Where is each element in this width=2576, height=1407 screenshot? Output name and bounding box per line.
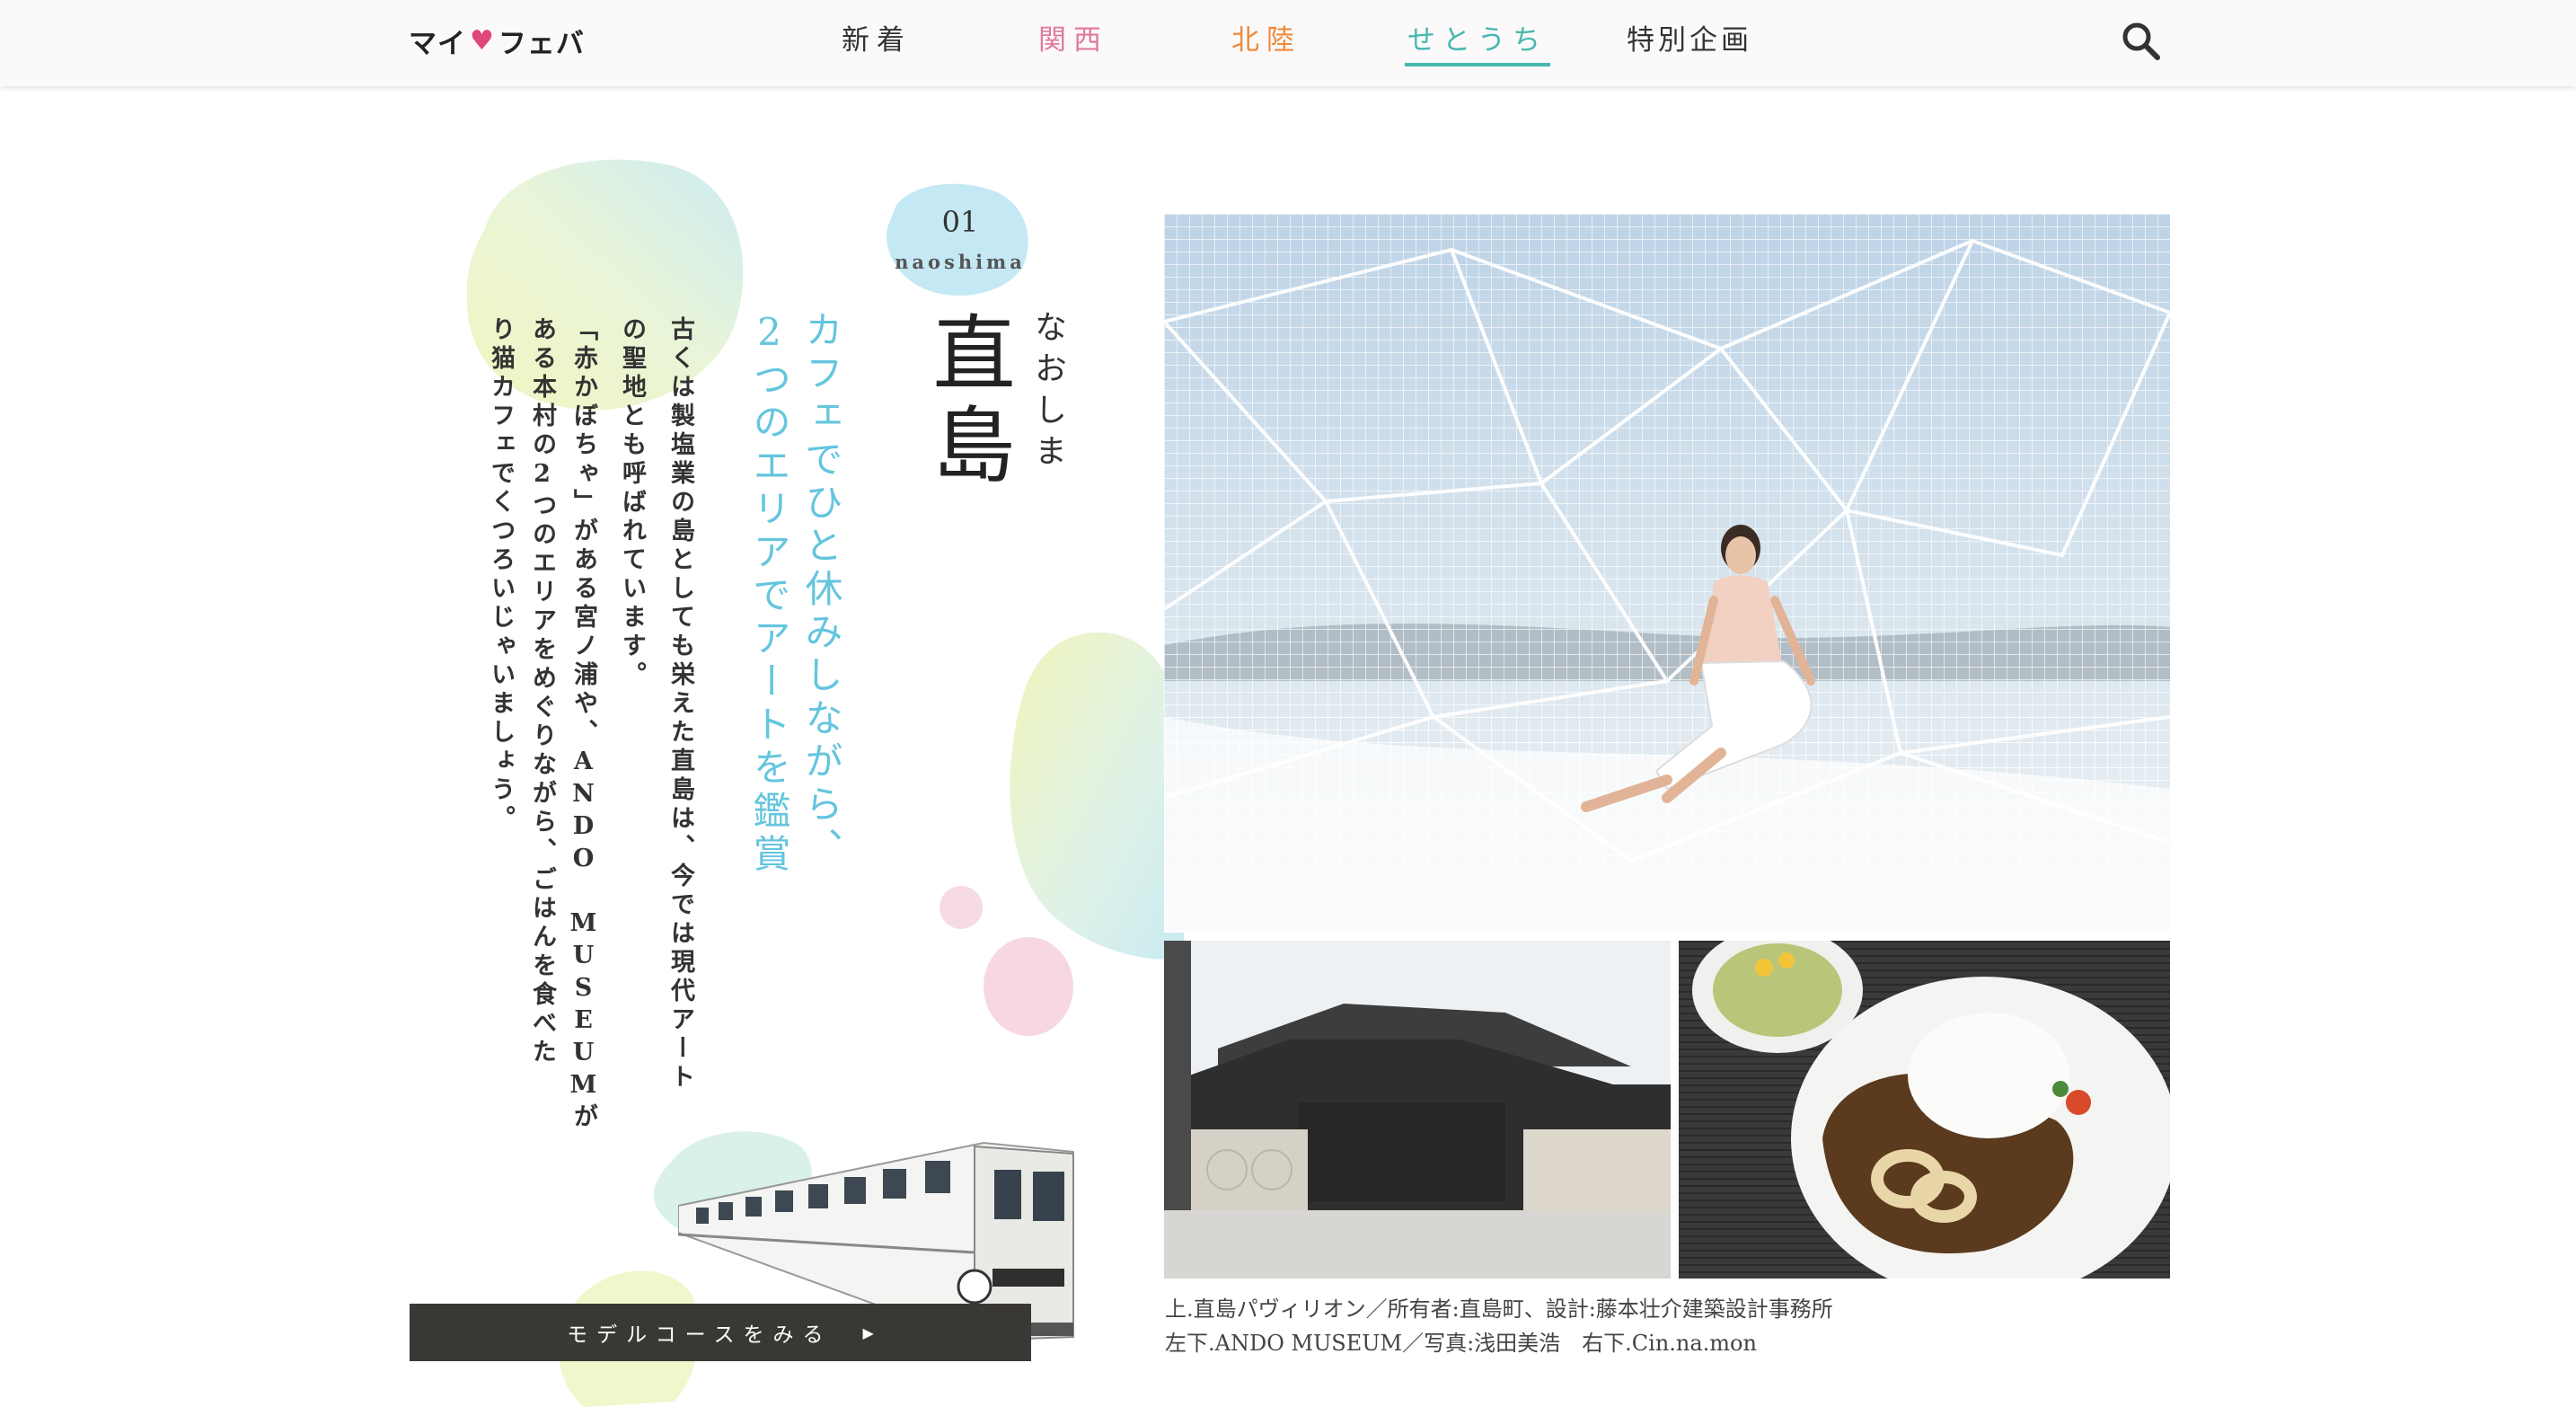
logo-text-right: フェバ bbox=[498, 27, 585, 60]
tab-kansai[interactable]: 関西 bbox=[1036, 18, 1111, 63]
caption-line-2: 左下.ANDO MUSEUM／写真:浅田美浩 右下.Cin.na.mon bbox=[1165, 1331, 1757, 1356]
photo-cinnamon-curry bbox=[1679, 941, 2170, 1279]
site-logo[interactable]: マイ ♥ フェバ bbox=[409, 20, 585, 61]
place-title: 直島 bbox=[919, 310, 1015, 493]
tab-new[interactable]: 新着 bbox=[839, 18, 914, 63]
body-line-2: の聖地とも呼ばれています。 bbox=[618, 316, 646, 690]
search-icon[interactable] bbox=[2120, 20, 2161, 61]
arrow-right-icon: ▶ bbox=[862, 1323, 874, 1341]
heart-icon: ♥ bbox=[470, 24, 495, 57]
model-course-label: モデルコースをみる bbox=[567, 1323, 833, 1347]
body-line-3: 「赤かぼちゃ」がある宮ノ浦や、ANDO MUSEUMが bbox=[569, 316, 597, 1132]
body-line-5: り猫カフェでくつろいじゃいましょう。 bbox=[487, 316, 515, 834]
body-line-4: ある本村の2つのエリアをめぐりながら、ごはんを食べた bbox=[528, 316, 556, 1067]
photo-ando-museum bbox=[1164, 941, 1671, 1279]
article-number: 01 bbox=[941, 205, 979, 239]
main-photo-naoshima-pavilion bbox=[1164, 214, 2170, 933]
catch-line-2: 2つのエリアでアートを鑑賞 bbox=[747, 310, 791, 877]
site-header: マイ ♥ フェバ 新着 関西 北陸 せとうち 特別企画 bbox=[0, 0, 2576, 86]
tab-setouchi[interactable]: せとうち bbox=[1405, 18, 1550, 66]
watercolor-splash-number bbox=[887, 183, 1028, 296]
tab-hokuriku[interactable]: 北陸 bbox=[1229, 18, 1304, 63]
article-roman-title: naoshima bbox=[895, 251, 1026, 273]
caption-line-1: 上.直島パヴィリオン／所有者:直島町、設計:藤本壮介建築設計事務所 bbox=[1165, 1296, 1833, 1322]
pink-dots bbox=[940, 886, 1073, 1036]
logo-text-left: マイ bbox=[409, 27, 466, 60]
body-line-1: 古くは製塩業の島としても栄えた直島は、今では現代アート bbox=[666, 316, 694, 1093]
tab-special[interactable]: 特別企画 bbox=[1626, 18, 1753, 63]
model-course-button[interactable]: モデルコースをみる ▶ bbox=[410, 1304, 1031, 1361]
place-reading: なおしま bbox=[1029, 310, 1066, 475]
catch-line-1: カフェでひと休みしながら、 bbox=[799, 310, 843, 871]
